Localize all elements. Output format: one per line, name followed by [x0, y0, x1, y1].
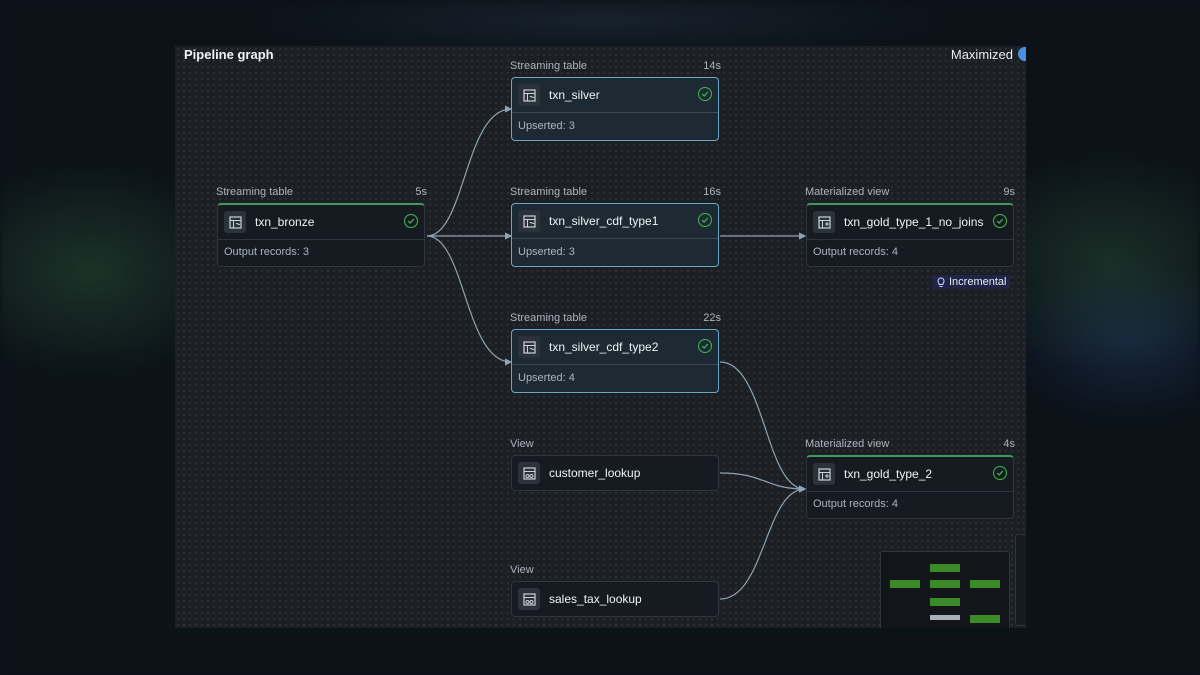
minimap-node: [890, 580, 920, 588]
zoom-controls[interactable]: [1015, 534, 1026, 626]
pipeline-graph-panel: Pipeline graph Maximized Streaming table…: [175, 46, 1026, 628]
minimap-node: [930, 580, 960, 588]
incremental-badge: Incremental: [932, 275, 1011, 289]
view-icon: [518, 588, 540, 610]
success-icon: [404, 214, 418, 228]
node-caption: Streaming table 14s: [510, 60, 721, 72]
node-txn-silver-cdf-type2[interactable]: txn_silver_cdf_type2 Upserted: 4: [511, 329, 719, 393]
edge-tax-gold2: [719, 485, 807, 600]
success-icon: [993, 214, 1007, 228]
node-name: txn_bronze: [255, 215, 315, 229]
minimap-viewport: [930, 615, 960, 620]
node-name: txn_gold_type_2: [844, 467, 933, 481]
node-metric: Upserted: 3: [518, 246, 575, 258]
node-type: Materialized view: [805, 186, 890, 198]
node-name: txn_silver: [549, 88, 600, 102]
node-name: txn_gold_type_1_no_joins: [844, 215, 984, 229]
badge-label: Incremental: [949, 276, 1007, 288]
node-txn-gold-type-2[interactable]: txn_gold_type_2 Output records: 4: [806, 455, 1014, 519]
materialized-view-icon: [813, 463, 835, 485]
node-caption: View: [510, 438, 721, 450]
node-type: Streaming table: [510, 60, 588, 72]
minimap-node: [930, 564, 960, 572]
node-caption: Streaming table 5s: [216, 186, 427, 198]
edge-cdf2-gold2: [719, 361, 807, 493]
node-sales-tax-lookup[interactable]: sales_tax_lookup: [511, 581, 719, 617]
node-type: Streaming table: [216, 186, 294, 198]
success-icon: [698, 339, 712, 353]
node-txn-silver-cdf-type1[interactable]: txn_silver_cdf_type1 Upserted: 3: [511, 203, 719, 267]
node-customer-lookup[interactable]: customer_lookup: [511, 455, 719, 491]
materialized-view-icon: [813, 211, 835, 233]
edge-bronze-cdf2: [426, 235, 513, 366]
node-name: txn_silver_cdf_type2: [549, 340, 659, 354]
streaming-table-icon: [518, 84, 540, 106]
success-icon: [698, 213, 712, 227]
node-metric: Upserted: 4: [518, 372, 575, 384]
node-caption: Materialized view 9s: [805, 186, 1015, 198]
node-caption: View: [510, 564, 721, 576]
streaming-table-icon: [518, 210, 540, 232]
node-metric: Output records: 4: [813, 246, 898, 258]
node-duration: 4s: [1003, 438, 1015, 450]
view-icon: [518, 462, 540, 484]
node-duration: 16s: [703, 186, 721, 198]
node-name: txn_silver_cdf_type1: [549, 214, 659, 228]
streaming-table-icon: [518, 336, 540, 358]
node-txn-bronze[interactable]: txn_bronze Output records: 3: [217, 203, 425, 267]
node-type: Materialized view: [805, 438, 890, 450]
node-duration: 5s: [415, 186, 427, 198]
edge-cust-gold2: [719, 472, 807, 493]
node-name: sales_tax_lookup: [549, 592, 642, 606]
minimap-node: [970, 580, 1000, 588]
edge-bronze-silver: [426, 105, 513, 237]
lightbulb-icon: [937, 276, 945, 287]
streaming-table-icon: [224, 211, 246, 233]
node-metric: Output records: 3: [224, 246, 309, 258]
node-caption: Materialized view 4s: [805, 438, 1015, 450]
node-duration: 22s: [703, 312, 721, 324]
node-metric: Output records: 4: [813, 498, 898, 510]
node-type: Streaming table: [510, 186, 588, 198]
node-type: Streaming table: [510, 312, 588, 324]
node-type: View: [510, 564, 534, 576]
success-icon: [698, 87, 712, 101]
node-metric: Upserted: 3: [518, 120, 575, 132]
minimap-node: [930, 598, 960, 606]
node-txn-gold-type-1-no-joins[interactable]: txn_gold_type_1_no_joins Output records:…: [806, 203, 1014, 267]
minimap-node: [970, 615, 1000, 623]
success-icon: [993, 466, 1007, 480]
node-name: customer_lookup: [549, 466, 641, 480]
minimap[interactable]: [880, 551, 1010, 628]
node-type: View: [510, 438, 534, 450]
node-duration: 14s: [703, 60, 721, 72]
node-caption: Streaming table 22s: [510, 312, 721, 324]
node-duration: 9s: [1003, 186, 1015, 198]
node-txn-silver[interactable]: txn_silver Upserted: 3: [511, 77, 719, 141]
node-caption: Streaming table 16s: [510, 186, 721, 198]
